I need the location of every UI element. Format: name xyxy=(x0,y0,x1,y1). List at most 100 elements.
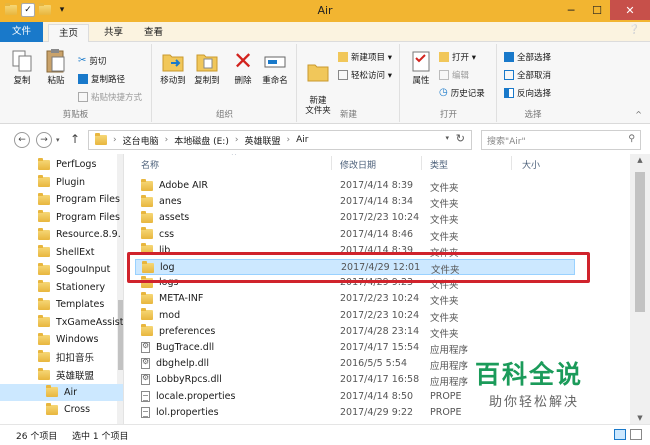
collapse-ribbon-icon[interactable]: ^ xyxy=(635,110,642,119)
cut-button[interactable]: ✂ 剪切 xyxy=(78,54,106,67)
move-to-button[interactable]: 移动到 xyxy=(157,48,189,86)
file-name: LobbyRpcs.dll xyxy=(156,374,222,386)
maximize-button[interactable]: ☐ xyxy=(584,0,610,20)
nav-item-label: Resource.8.9. xyxy=(56,229,121,240)
scroll-up-icon[interactable]: ▲ xyxy=(630,156,650,164)
file-row[interactable]: assets 2017/2/23 10:24 文件夹 xyxy=(135,210,575,226)
refresh-icon[interactable]: ↻ xyxy=(456,132,465,145)
invert-selection-icon xyxy=(504,87,514,98)
nav-item[interactable]: 扣扣音乐 xyxy=(0,349,123,366)
scroll-thumb[interactable] xyxy=(635,172,645,312)
address-dropdown-icon[interactable]: ▾ xyxy=(445,134,449,142)
nav-item[interactable]: Stationery xyxy=(0,279,123,296)
recent-locations-icon[interactable]: ▾ xyxy=(56,136,60,144)
forward-button[interactable]: → xyxy=(36,132,52,148)
search-box[interactable]: 搜索"Air" ⚲ xyxy=(481,130,641,150)
column-type[interactable]: 类型 xyxy=(430,158,448,171)
file-type: 文件夹 xyxy=(430,312,459,324)
folder-icon xyxy=(141,291,153,304)
file-date: 2017/4/28 23:14 xyxy=(340,325,420,337)
nav-item[interactable]: Resource.8.9. xyxy=(0,226,123,243)
copy-to-icon xyxy=(195,48,219,74)
invert-selection-button[interactable]: 反向选择 xyxy=(504,86,551,99)
details-view-icon[interactable] xyxy=(614,429,626,440)
breadcrumb-this-pc[interactable]: 这台电脑 xyxy=(123,134,159,147)
edit-button[interactable]: 编辑 xyxy=(439,68,469,81)
delete-button[interactable]: ✕ 删除 xyxy=(227,48,259,86)
file-type: PROPE xyxy=(430,406,462,418)
column-size[interactable]: 大小 xyxy=(522,158,540,171)
nav-item[interactable]: Templates xyxy=(0,296,123,313)
copy-icon xyxy=(10,48,34,74)
nav-item[interactable]: Program Files xyxy=(0,191,123,208)
nav-item[interactable]: Program Files xyxy=(0,209,123,226)
nav-item[interactable]: Air xyxy=(0,383,123,401)
help-icon[interactable]: ❔ xyxy=(629,25,640,35)
nav-item-label: Program Files xyxy=(56,194,120,205)
tab-view[interactable]: 查看 xyxy=(134,24,173,42)
tab-file[interactable]: 文件 xyxy=(0,22,44,42)
file-type: 应用程序 xyxy=(430,377,469,389)
file-date: 2017/2/23 10:24 xyxy=(340,309,420,321)
minimize-button[interactable]: ─ xyxy=(558,0,584,20)
open-button[interactable]: 打开 ▾ xyxy=(439,50,476,63)
file-row[interactable]: META-INF 2017/2/23 10:24 文件夹 xyxy=(135,291,575,307)
up-button[interactable]: ↑ xyxy=(70,132,80,146)
address-box[interactable]: › 这台电脑 › 本地磁盘 (E:) › 英雄联盟 › Air ▾ ↻ xyxy=(88,130,472,150)
nav-item[interactable]: PerfLogs xyxy=(0,156,123,173)
new-folder-button[interactable]: 新建 文件夹 xyxy=(300,48,336,116)
large-icons-view-icon[interactable] xyxy=(630,429,642,440)
open-group-label: 打开 xyxy=(439,110,457,120)
folder-icon xyxy=(38,227,50,240)
select-none-button[interactable]: 全部取消 xyxy=(504,68,551,81)
column-date[interactable]: 修改日期 xyxy=(340,158,376,171)
copy-to-button[interactable]: 复制到 xyxy=(191,48,223,86)
tab-home[interactable]: 主页 xyxy=(48,24,90,42)
breadcrumb-lol[interactable]: 英雄联盟 xyxy=(244,134,280,147)
copy-path-button[interactable]: 复制路径 xyxy=(78,72,125,85)
file-row[interactable]: preferences 2017/4/28 23:14 文件夹 xyxy=(135,324,575,340)
nav-item[interactable]: Windows xyxy=(0,331,123,348)
dll-file-icon xyxy=(141,341,150,353)
close-button[interactable]: ✕ xyxy=(610,0,650,20)
file-type: PROPE xyxy=(430,390,462,402)
new-item-button[interactable]: 新建项目 ▾ xyxy=(338,50,392,63)
paste-shortcut-button[interactable]: 粘贴快捷方式 xyxy=(78,90,142,103)
folder-icon xyxy=(38,332,50,345)
file-row[interactable]: anes 2017/4/14 8:34 文件夹 xyxy=(135,194,575,210)
paste-button[interactable]: 粘贴 xyxy=(40,48,72,86)
nav-item[interactable]: SogouInput xyxy=(0,261,123,278)
nav-item[interactable]: TxGameAssist xyxy=(0,314,123,331)
back-button[interactable]: ← xyxy=(14,132,30,148)
nav-item[interactable]: Cross xyxy=(0,401,123,418)
file-date: 2017/2/23 10:24 xyxy=(340,212,420,224)
file-row[interactable]: css 2017/4/14 8:46 文件夹 xyxy=(135,227,575,243)
folder-icon xyxy=(141,308,153,321)
nav-item-label: Cross xyxy=(64,404,91,415)
folder-icon xyxy=(38,315,50,327)
file-date: 2017/4/14 8:34 xyxy=(340,196,414,208)
scroll-down-icon[interactable]: ▼ xyxy=(630,414,650,422)
easy-access-button[interactable]: 轻松访问 ▾ xyxy=(338,68,392,81)
search-input[interactable]: 搜索"Air" xyxy=(487,134,526,147)
properties-button[interactable]: 属性 xyxy=(405,48,437,86)
history-button[interactable]: ◷ 历史记录 xyxy=(439,86,485,99)
nav-item[interactable]: ShellExt xyxy=(0,244,123,261)
rename-button[interactable]: 重命名 xyxy=(259,48,291,86)
file-row[interactable]: mod 2017/2/23 10:24 文件夹 xyxy=(135,308,575,324)
breadcrumb-air[interactable]: Air xyxy=(296,135,308,145)
file-type: 文件夹 xyxy=(430,328,459,340)
file-name: css xyxy=(159,228,175,240)
file-row[interactable]: Adobe AIR 2017/4/14 8:39 文件夹 xyxy=(135,178,575,194)
folder-icon xyxy=(46,402,58,415)
copy-button[interactable]: 复制 xyxy=(6,48,38,86)
breadcrumb-local-disk[interactable]: 本地磁盘 (E:) xyxy=(174,134,229,147)
file-row[interactable]: BugTrace.dll 2017/4/17 15:54 应用程序 xyxy=(135,340,575,356)
nav-item[interactable]: 英雄联盟 xyxy=(0,366,123,383)
address-bar-row: ← → ▾ ↑ › 这台电脑 › 本地磁盘 (E:) › 英雄联盟 › Air … xyxy=(0,126,650,154)
nav-item[interactable]: Plugin xyxy=(0,174,123,191)
tab-share[interactable]: 共享 xyxy=(94,24,133,42)
column-name[interactable]: 名称 xyxy=(141,158,159,171)
select-all-button[interactable]: 全部选择 xyxy=(504,50,551,63)
clipboard-group: 复制 粘贴 ✂ 剪切 复制路径 粘贴快捷方式 剪贴板 xyxy=(0,44,152,122)
